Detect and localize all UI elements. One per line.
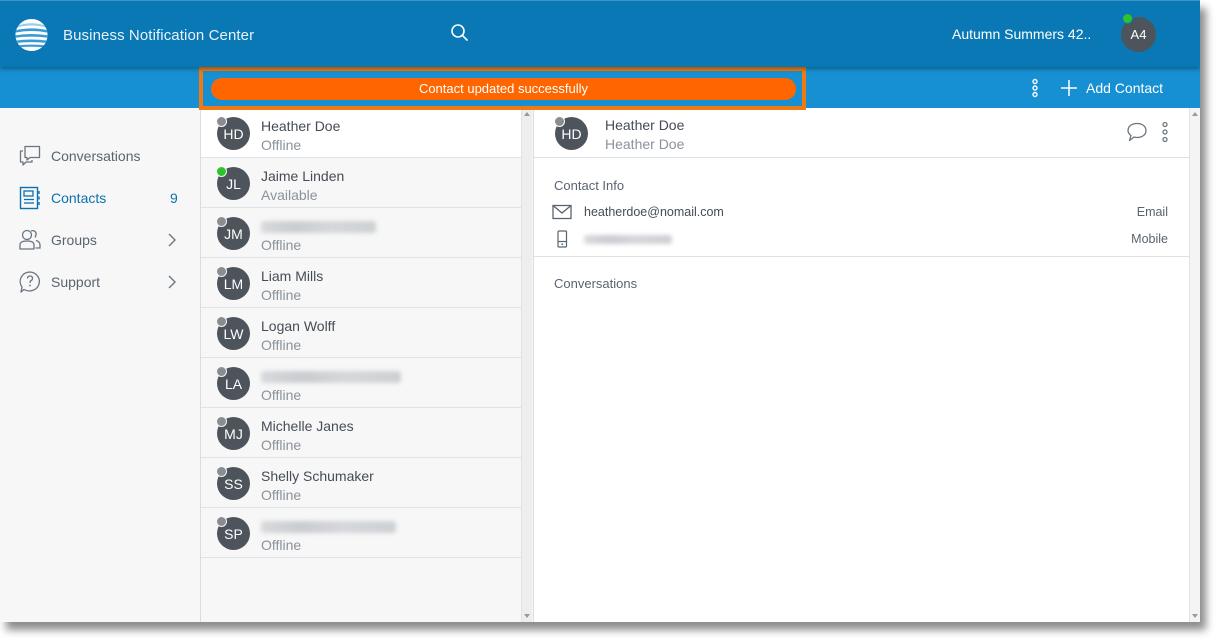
conversations-heading: Conversations: [554, 276, 638, 291]
contact-list-item[interactable]: JL Jaime Linden Available: [201, 158, 521, 208]
contact-status: Offline: [261, 287, 302, 303]
groups-icon: [19, 229, 41, 250]
more-vertical-icon[interactable]: [1028, 78, 1042, 98]
scroll-down-arrow-icon[interactable]: [524, 614, 530, 618]
presence-offline-indicator: [216, 366, 227, 377]
sidebar-item-label: Groups: [51, 232, 97, 248]
contact-list-rows: HD Heather Doe Offline JL Jaime Linden Availa…: [201, 108, 521, 558]
contact-list-item[interactable]: LA Offline: [201, 358, 521, 408]
contact-list-item[interactable]: MJ Michelle Janes Offline: [201, 408, 521, 458]
sidebar-item-label: Conversations: [51, 148, 141, 164]
contact-name-redacted: [261, 218, 376, 236]
contact-name: Logan Wolff: [261, 318, 336, 334]
detail-scrollbar[interactable]: [1189, 108, 1200, 622]
sidebar-item-support[interactable]: Support: [0, 261, 200, 303]
sidebar-item-contacts[interactable]: Contacts 9: [0, 177, 200, 219]
contact-list-item[interactable]: SS Shelly Schumaker Offline: [201, 458, 521, 508]
chat-bubble-icon[interactable]: [1126, 121, 1148, 143]
presence-available-indicator: [1122, 13, 1133, 24]
help-icon: [19, 271, 40, 293]
presence-offline-indicator: [216, 266, 227, 277]
contact-status: Offline: [261, 237, 302, 253]
contact-status: Offline: [261, 537, 302, 553]
email-type-label: Email: [1136, 205, 1168, 219]
toast-notification: Contact updated successfully: [211, 78, 796, 100]
mail-icon: [552, 204, 572, 220]
add-contact-button[interactable]: Add Contact: [1060, 77, 1163, 99]
presence-offline-indicator: [216, 516, 227, 527]
presence-available-indicator: [216, 166, 227, 177]
presence-offline-indicator: [554, 116, 565, 127]
presence-offline-indicator: [216, 416, 227, 427]
more-vertical-icon[interactable]: [1159, 121, 1171, 143]
att-globe-icon: [15, 18, 48, 52]
section-divider: [534, 256, 1189, 257]
contact-detail-header: HD Heather Doe Heather Doe: [534, 108, 1189, 158]
contact-status: Offline: [261, 137, 302, 153]
scroll-down-arrow-icon[interactable]: [1192, 614, 1198, 618]
app-title: Business Notification Center: [63, 27, 255, 44]
sidebar-item-conversations[interactable]: Conversations: [0, 135, 200, 177]
presence-offline-indicator: [216, 116, 227, 127]
toast-highlight: Contact updated successfully: [199, 67, 806, 110]
contact-name: Shelly Schumaker: [261, 468, 374, 484]
top-header: Business Notification Center Autumn Summ…: [0, 0, 1200, 67]
contact-list-item[interactable]: LM Liam Mills Offline: [201, 258, 521, 308]
add-contact-label: Add Contact: [1086, 80, 1164, 96]
contacts-book-icon: [19, 186, 40, 210]
sidebar-item-label: Contacts: [51, 190, 107, 206]
presence-offline-indicator: [216, 466, 227, 477]
contact-info-heading: Contact Info: [554, 178, 625, 193]
email-value[interactable]: heatherdoe@nomail.com: [584, 205, 724, 219]
contact-status: Offline: [261, 437, 302, 453]
contact-status: Offline: [261, 487, 302, 503]
mobile-value-redacted: [584, 232, 672, 247]
chevron-right-icon: [168, 275, 176, 289]
contact-name: Liam Mills: [261, 268, 324, 284]
search-icon[interactable]: [449, 22, 471, 44]
contact-detail-pane: HD Heather Doe Heather Doe Contact Info …: [533, 108, 1200, 622]
scroll-up-arrow-icon[interactable]: [1192, 112, 1198, 116]
sidebar-item-label: Support: [51, 274, 101, 290]
contact-list-item[interactable]: SP Offline: [201, 508, 521, 558]
contact-status: Available: [261, 187, 318, 203]
presence-offline-indicator: [216, 316, 227, 327]
app-window: Business Notification Center Autumn Summ…: [0, 0, 1200, 622]
sidebar-nav: Conversations Contacts 9 Groups Support: [0, 108, 200, 622]
contact-subtitle: Heather Doe: [605, 136, 685, 152]
contact-list-scrollbar[interactable]: [521, 108, 532, 622]
plus-icon: [1061, 80, 1077, 96]
presence-offline-indicator: [216, 216, 227, 227]
contact-info-email-row: heatherdoe@nomail.com Email: [534, 201, 1189, 225]
contact-name-redacted: [261, 518, 396, 536]
scroll-up-arrow-icon[interactable]: [524, 112, 530, 116]
contact-name: Heather Doe: [261, 118, 341, 134]
contact-status: Offline: [261, 337, 302, 353]
contacts-count-badge: 9: [170, 190, 178, 206]
contact-name: Michelle Janes: [261, 418, 354, 434]
sidebar-item-groups[interactable]: Groups: [0, 219, 200, 261]
contact-name: Heather Doe: [605, 117, 685, 133]
contact-list-item[interactable]: HD Heather Doe Offline: [201, 108, 521, 158]
action-bar: Contact updated successfully Add Contact: [0, 67, 1200, 110]
user-name[interactable]: Autumn Summers 42...: [952, 26, 1092, 42]
mobile-type-label: Mobile: [1131, 232, 1168, 246]
contact-list: HD Heather Doe Offline JL Jaime Linden Availa…: [200, 108, 533, 622]
contact-name: Jaime Linden: [261, 168, 345, 184]
conversations-icon: [19, 145, 41, 166]
contact-name-redacted: [261, 368, 401, 386]
contact-status: Offline: [261, 387, 302, 403]
mobile-phone-icon: [557, 230, 568, 248]
contact-list-item[interactable]: JM Offline: [201, 208, 521, 258]
chevron-right-icon: [168, 233, 176, 247]
contact-list-item[interactable]: LW Logan Wolff Offline: [201, 308, 521, 358]
contact-info-mobile-row: Mobile: [534, 228, 1189, 252]
